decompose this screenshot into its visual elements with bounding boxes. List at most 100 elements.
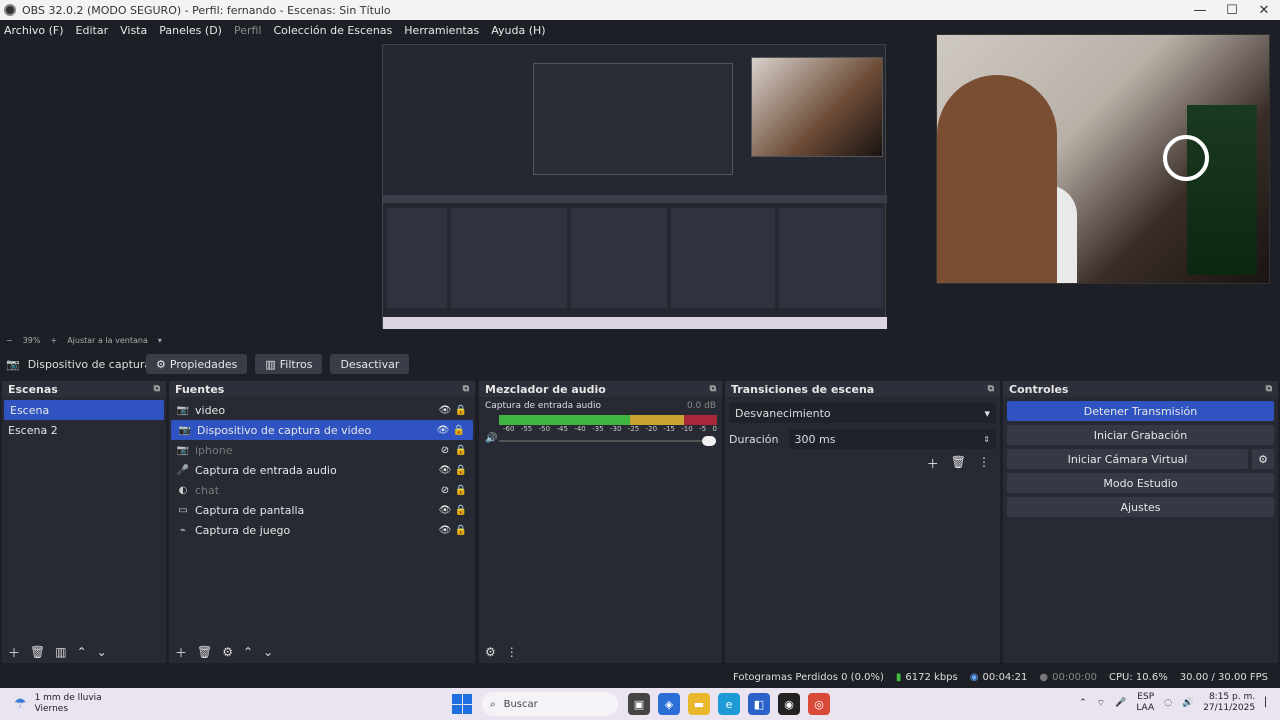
eye-icon[interactable]: 👁 bbox=[437, 405, 453, 416]
language-top[interactable]: ESP bbox=[1136, 692, 1154, 703]
menu-archivo[interactable]: Archivo (F) bbox=[4, 24, 64, 37]
minimize-button[interactable]: — bbox=[1184, 3, 1216, 18]
virtual-camera-button[interactable]: Iniciar Cámara Virtual bbox=[1007, 449, 1248, 469]
language-bottom[interactable]: LAA bbox=[1136, 703, 1154, 714]
copilot-icon[interactable]: ◈ bbox=[658, 693, 680, 715]
move-down-icon[interactable]: ⌄ bbox=[97, 645, 107, 659]
move-up-icon[interactable]: ⌃ bbox=[77, 645, 87, 659]
mixer-settings-icon[interactable]: ⚙ bbox=[485, 645, 496, 659]
menu-paneles[interactable]: Paneles (D) bbox=[159, 24, 222, 37]
start-button[interactable] bbox=[452, 694, 472, 714]
source-item[interactable]: 📷 Dispositivo de captura de video 👁 🔒 bbox=[171, 420, 473, 440]
source-toolbar: 📷 Dispositivo de captura de v ⚙ Propieda… bbox=[0, 352, 1280, 376]
deactivate-button[interactable]: Desactivar bbox=[330, 354, 410, 374]
eye-icon[interactable]: 👁 bbox=[437, 465, 453, 476]
taskbar-search[interactable]: ⌕ Buscar bbox=[482, 692, 618, 716]
source-item[interactable]: ▭ Captura de pantalla 👁 🔒 bbox=[169, 500, 475, 520]
wifi-icon[interactable]: ◌ bbox=[1164, 698, 1172, 708]
add-icon[interactable]: ＋ bbox=[8, 644, 20, 661]
undock-icon[interactable]: ⧉ bbox=[154, 384, 160, 394]
lock-icon[interactable]: 🔒 bbox=[453, 505, 469, 516]
trash-icon[interactable]: 🗑 bbox=[197, 645, 212, 659]
eye-icon[interactable]: 👁 bbox=[437, 505, 453, 516]
add-icon[interactable]: ＋ bbox=[175, 644, 187, 661]
menu-perfil[interactable]: Perfil bbox=[234, 24, 262, 37]
lock-icon[interactable]: 🔒 bbox=[451, 425, 467, 436]
trash-icon[interactable]: 🗑 bbox=[951, 455, 966, 472]
nested-scenes bbox=[387, 208, 447, 308]
zoom-dropdown-icon[interactable]: ▾ bbox=[158, 336, 162, 345]
preview-camera-feed bbox=[936, 34, 1270, 284]
obs-taskbar-icon[interactable]: ◉ bbox=[778, 693, 800, 715]
chevron-up-icon[interactable]: ⌃ bbox=[1079, 698, 1087, 708]
edge-icon[interactable]: e bbox=[718, 693, 740, 715]
scene-item[interactable]: Escena bbox=[4, 400, 164, 420]
notification-icon[interactable]: ▏ bbox=[1265, 698, 1272, 708]
store-icon[interactable]: ◧ bbox=[748, 693, 770, 715]
add-icon[interactable]: ＋ bbox=[927, 455, 939, 472]
scene-item[interactable]: Escena 2 bbox=[2, 420, 166, 440]
chrome-icon[interactable]: ◎ bbox=[808, 693, 830, 715]
menu-editar[interactable]: Editar bbox=[76, 24, 109, 37]
zoom-in-button[interactable]: + bbox=[50, 336, 57, 345]
undock-icon[interactable]: ⧉ bbox=[988, 384, 994, 394]
trash-icon[interactable]: 🗑 bbox=[30, 645, 45, 659]
undock-icon[interactable]: ⧉ bbox=[710, 384, 716, 394]
filters-button[interactable]: ▥ Filtros bbox=[255, 354, 323, 374]
track-name: Captura de entrada audio bbox=[485, 401, 601, 411]
volume-meter bbox=[499, 415, 717, 425]
network-icon[interactable]: ⌔ bbox=[1097, 698, 1105, 709]
filter-icon[interactable]: ▥ bbox=[55, 645, 66, 659]
stop-stream-button[interactable]: Detener Transmisión bbox=[1007, 401, 1274, 421]
volume-knob[interactable] bbox=[702, 435, 716, 446]
zoom-out-button[interactable]: − bbox=[6, 336, 13, 345]
more-icon[interactable]: ⋮ bbox=[506, 645, 518, 659]
weather-widget[interactable]: ☂ 1 mm de lluvia Viernes bbox=[0, 693, 220, 715]
speaker-icon[interactable]: 🔊 bbox=[485, 433, 499, 444]
maximize-button[interactable]: ☐ bbox=[1216, 3, 1248, 18]
eye-off-icon[interactable]: ⊘ bbox=[437, 485, 453, 496]
folder-icon[interactable]: ▬ bbox=[688, 693, 710, 715]
eye-icon[interactable]: 👁 bbox=[435, 425, 451, 436]
close-button[interactable]: ✕ bbox=[1248, 3, 1280, 18]
menu-vista[interactable]: Vista bbox=[120, 24, 147, 37]
gear-icon[interactable]: ⚙ bbox=[222, 645, 233, 659]
spinner-icon[interactable]: ⇕ bbox=[983, 435, 990, 444]
task-view-icon[interactable]: ▣ bbox=[628, 693, 650, 715]
source-item[interactable]: ◐ chat ⊘ 🔒 bbox=[169, 480, 475, 500]
eye-off-icon[interactable]: ⊘ bbox=[437, 445, 453, 456]
lock-icon[interactable]: 🔒 bbox=[453, 405, 469, 416]
menu-coleccion-escenas[interactable]: Colección de Escenas bbox=[274, 24, 393, 37]
move-up-icon[interactable]: ⌃ bbox=[243, 645, 253, 659]
properties-button[interactable]: ⚙ Propiedades bbox=[146, 354, 248, 374]
source-item[interactable]: ⌁ Captura de juego 👁 🔒 bbox=[169, 520, 475, 540]
lock-icon[interactable]: 🔒 bbox=[453, 485, 469, 496]
more-icon[interactable]: ⋮ bbox=[978, 455, 990, 472]
gear-icon[interactable]: ⚙ bbox=[1252, 449, 1274, 469]
volume-slider[interactable] bbox=[498, 435, 716, 446]
fit-window-button[interactable]: Ajustar a la ventana bbox=[67, 336, 148, 345]
eye-icon[interactable]: 👁 bbox=[437, 525, 453, 536]
studio-mode-button[interactable]: Modo Estudio bbox=[1007, 473, 1274, 493]
undock-icon[interactable]: ⧉ bbox=[463, 384, 469, 394]
lock-icon[interactable]: 🔒 bbox=[453, 525, 469, 536]
source-item[interactable]: 📷 iphone ⊘ 🔒 bbox=[169, 440, 475, 460]
microphone-icon[interactable]: 🎤 bbox=[1115, 698, 1126, 708]
properties-label: Propiedades bbox=[169, 357, 238, 371]
volume-icon[interactable]: 🔊 bbox=[1182, 698, 1193, 708]
undock-icon[interactable]: ⧉ bbox=[1266, 384, 1272, 394]
lock-icon[interactable]: 🔒 bbox=[453, 465, 469, 476]
duration-input[interactable]: 300 ms ⇕ bbox=[788, 429, 996, 449]
transition-select[interactable]: Desvanecimiento ▾ bbox=[729, 403, 996, 423]
clock[interactable]: 8:15 p. m. 27/11/2025 bbox=[1203, 692, 1255, 714]
menu-herramientas[interactable]: Herramientas bbox=[404, 24, 479, 37]
lock-icon[interactable]: 🔒 bbox=[453, 445, 469, 456]
preview-canvas[interactable] bbox=[0, 34, 1280, 332]
start-recording-button[interactable]: Iniciar Grabación bbox=[1007, 425, 1274, 445]
settings-button[interactable]: Ajustes bbox=[1007, 497, 1274, 517]
move-down-icon[interactable]: ⌄ bbox=[263, 645, 273, 659]
camera-icon: 📷 bbox=[178, 424, 192, 436]
source-item[interactable]: 📷 video 👁 🔒 bbox=[169, 400, 475, 420]
source-item[interactable]: 🎤 Captura de entrada audio 👁 🔒 bbox=[169, 460, 475, 480]
menu-ayuda[interactable]: Ayuda (H) bbox=[491, 24, 545, 37]
